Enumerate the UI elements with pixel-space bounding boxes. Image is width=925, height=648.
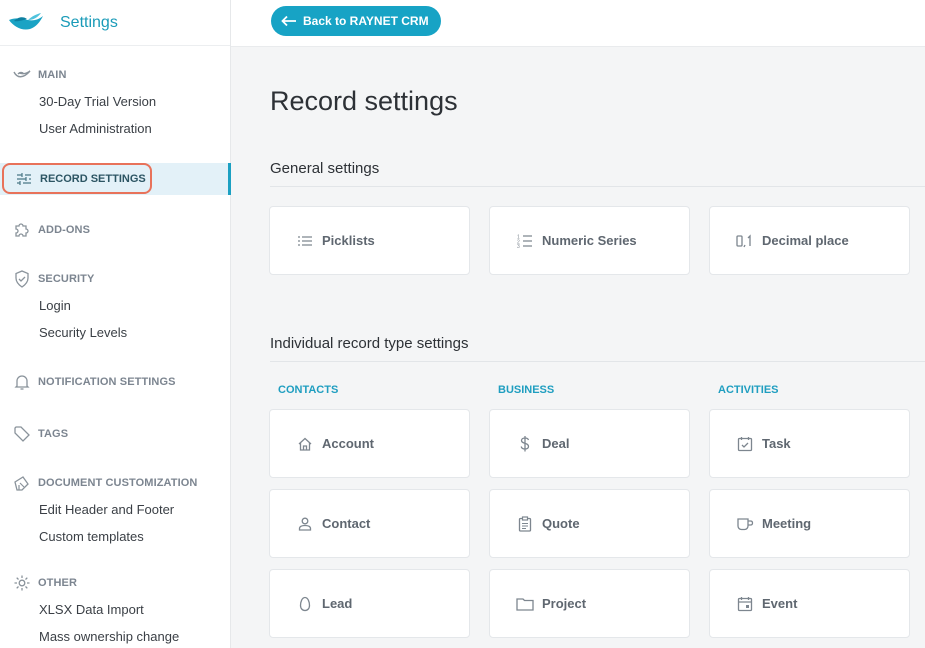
nav-item-header-footer[interactable]: Edit Header and Footer [0, 496, 230, 523]
divider [270, 361, 925, 362]
cup-icon [735, 515, 755, 533]
brand: Settings [0, 0, 230, 46]
nav-head-label: OTHER [38, 577, 77, 589]
list-icon [295, 232, 315, 250]
column-head-activities: ACTIVITIES [718, 384, 779, 396]
card-project[interactable]: Project [489, 569, 690, 638]
clipboard-icon [515, 515, 535, 533]
column-head-business: BUSINESS [498, 384, 555, 396]
individual-settings-title: Individual record type settings [270, 335, 469, 352]
card-lead[interactable]: Lead [269, 569, 470, 638]
back-to-crm-label: Back to RAYNET CRM [303, 14, 429, 28]
card-deal[interactable]: Deal [489, 409, 690, 478]
nav-head-label: TAGS [38, 428, 69, 440]
nav-record-settings-label: RECORD SETTINGS [40, 172, 146, 185]
card-label: Task [762, 436, 791, 451]
card-picklists[interactable]: Picklists [269, 206, 470, 275]
folder-icon [515, 595, 535, 613]
active-indicator [228, 163, 231, 195]
nav-head-security[interactable]: SECURITY [0, 268, 230, 290]
sliders-icon [14, 170, 34, 188]
calendar-icon [735, 595, 755, 613]
nav-item-login[interactable]: Login [0, 292, 230, 319]
card-contact[interactable]: Contact [269, 489, 470, 558]
dollar-icon [515, 435, 535, 453]
nav-item-mass-ownership[interactable]: Mass ownership change [0, 623, 230, 648]
bell-icon [12, 373, 32, 391]
card-task[interactable]: Task [709, 409, 910, 478]
nav-item-record-settings[interactable]: RECORD SETTINGS [0, 163, 231, 195]
nav-head-main[interactable]: MAIN [0, 64, 230, 86]
raynet-logo-icon [9, 12, 43, 30]
shield-icon [12, 270, 32, 288]
home-icon [295, 435, 315, 453]
svg-text:3: 3 [517, 244, 520, 248]
nav-head-document[interactable]: DOCUMENT CUSTOMIZATION [0, 472, 230, 494]
card-quote[interactable]: Quote [489, 489, 690, 558]
nav-head-label: SECURITY [38, 273, 95, 285]
card-label: Event [762, 596, 798, 611]
nav-head-label: NOTIFICATION SETTINGS [38, 376, 176, 388]
nav-section-other: OTHER XLSX Data Import Mass ownership ch… [0, 572, 230, 648]
nav-head-tags[interactable]: TAGS [0, 423, 230, 445]
back-to-crm-button[interactable]: Back to RAYNET CRM [271, 6, 441, 36]
task-check-icon [735, 435, 755, 453]
general-settings-title: General settings [270, 160, 380, 177]
card-label: Project [542, 596, 587, 611]
numbered-list-icon: 123 [515, 232, 535, 250]
nav-item-custom-templates[interactable]: Custom templates [0, 523, 230, 550]
person-icon [295, 515, 315, 533]
nav-item-xlsx-import[interactable]: XLSX Data Import [0, 596, 230, 623]
nav-item-security-levels[interactable]: Security Levels [0, 319, 230, 346]
nav-head-label: MAIN [38, 69, 67, 81]
nav-head-label: DOCUMENT CUSTOMIZATION [38, 477, 198, 489]
card-account[interactable]: Account [269, 409, 470, 478]
card-label: Contact [322, 516, 371, 531]
page-title: Record settings [270, 86, 458, 116]
nav-section-addons: ADD-ONS [0, 219, 230, 241]
nav-item-user-admin[interactable]: User Administration [0, 115, 230, 142]
decimal-icon [735, 232, 755, 250]
nav-section-security: SECURITY Login Security Levels [0, 268, 230, 346]
arrow-left-icon [281, 15, 297, 27]
nav-section-notifications: NOTIFICATION SETTINGS [0, 371, 230, 393]
document-pen-icon [12, 474, 32, 492]
divider [270, 186, 925, 187]
nav-head-addons[interactable]: ADD-ONS [0, 219, 230, 241]
topbar: Back to RAYNET CRM [231, 0, 925, 47]
record-settings-highlight: RECORD SETTINGS [2, 163, 152, 194]
nav-item-trial[interactable]: 30-Day Trial Version [0, 88, 230, 115]
card-numeric-series[interactable]: 123 Numeric Series [489, 206, 690, 275]
puzzle-icon [12, 221, 32, 239]
card-label: Picklists [322, 233, 375, 248]
nav-head-label: ADD-ONS [38, 224, 91, 236]
card-label: Decimal place [762, 233, 849, 248]
card-label: Numeric Series [542, 233, 637, 248]
nav-section-main: MAIN 30-Day Trial Version User Administr… [0, 64, 230, 142]
nav-section-document: DOCUMENT CUSTOMIZATION Edit Header and F… [0, 472, 230, 550]
raynet-bird-icon [12, 66, 32, 84]
gear-icon [12, 574, 32, 592]
nav-section-tags: TAGS [0, 423, 230, 445]
card-decimal-place[interactable]: Decimal place [709, 206, 910, 275]
nav-head-other[interactable]: OTHER [0, 572, 230, 594]
card-label: Lead [322, 596, 353, 611]
card-label: Quote [542, 516, 580, 531]
card-label: Meeting [762, 516, 812, 531]
nav-head-notifications[interactable]: NOTIFICATION SETTINGS [0, 371, 230, 393]
brand-title: Settings [60, 13, 118, 31]
sidebar: Settings MAIN 30-Day Trial Version User … [0, 0, 231, 648]
card-meeting[interactable]: Meeting [709, 489, 910, 558]
card-label: Account [322, 436, 374, 451]
card-label: Deal [542, 436, 570, 451]
card-event[interactable]: Event [709, 569, 910, 638]
egg-icon [295, 595, 315, 613]
tag-icon [12, 425, 32, 443]
column-head-contacts: CONTACTS [278, 384, 339, 396]
